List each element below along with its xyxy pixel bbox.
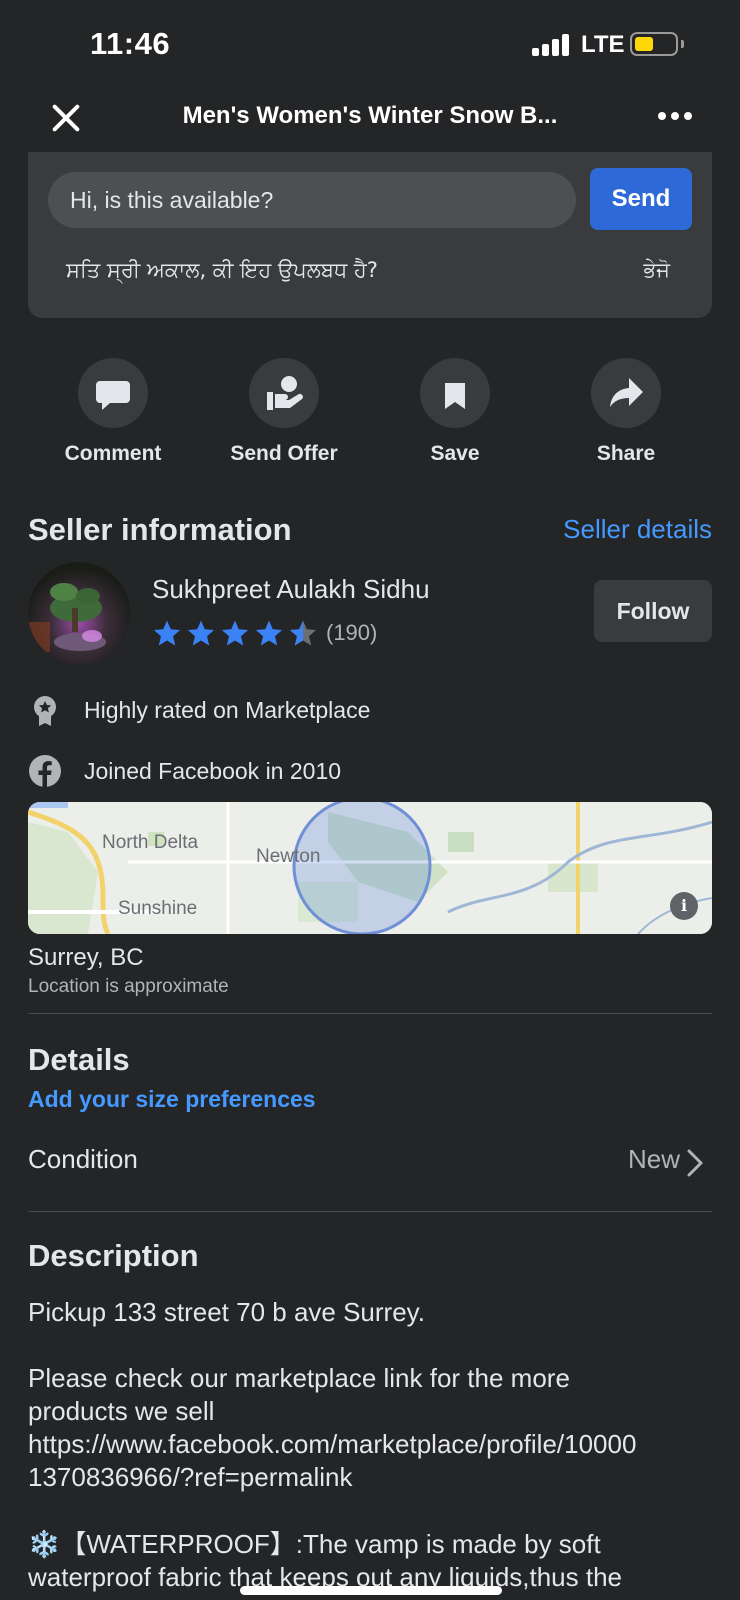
save-button[interactable]: Save — [375, 358, 535, 466]
divider — [28, 1211, 712, 1212]
seller-name[interactable]: Sukhpreet Aulakh Sidhu — [152, 574, 430, 605]
highly-rated-text: Highly rated on Marketplace — [84, 696, 371, 723]
action-bar: Comment Send Offer Save Share — [0, 358, 740, 465]
chevron-right-icon[interactable] — [684, 1148, 706, 1178]
signal-icon — [532, 32, 572, 56]
send-offer-label: Send Offer — [230, 442, 338, 465]
map-label-sunshine: Sunshine — [118, 898, 198, 919]
seller-section-title: Seller information — [28, 512, 292, 547]
location-city: Surrey, BC — [28, 944, 144, 971]
star-icon — [153, 620, 181, 646]
divider — [28, 1013, 712, 1014]
status-bar: 11:46 LTE — [0, 0, 740, 90]
translated-message[interactable]: ਸਤਿ ਸ੍ਰੀ ਅਕਾਲ, ਕੀ ਇਹ ਉਪਲਬਧ ਹੈ? — [66, 258, 378, 283]
star-icon — [221, 620, 249, 646]
map-label-newton: Newton — [256, 846, 321, 867]
network-label: LTE — [581, 31, 625, 58]
marketplace-profile-link[interactable]: https://www.facebook.com/marketplace/pro… — [28, 1428, 648, 1494]
description-section-title: Description — [28, 1238, 199, 1273]
comment-icon — [96, 381, 130, 410]
page-title: Men's Women's Winter Snow B... — [182, 102, 558, 129]
message-input[interactable] — [48, 172, 576, 228]
facebook-icon — [29, 755, 61, 787]
rating-count: (190) — [326, 620, 378, 645]
seller-details-link[interactable]: Seller details — [563, 514, 712, 545]
save-label: Save — [430, 442, 480, 465]
send-offer-icon — [267, 376, 303, 410]
battery-icon — [630, 32, 678, 56]
location-map[interactable]: North Delta Newton Sunshine i — [28, 802, 712, 934]
half-star-icon — [289, 620, 317, 646]
condition-value[interactable]: New — [628, 1144, 680, 1175]
share-button[interactable]: Share — [546, 358, 706, 466]
joined-facebook-text: Joined Facebook in 2010 — [84, 757, 342, 784]
award-icon — [34, 696, 56, 726]
send-button[interactable]: Send — [590, 168, 692, 230]
more-options-icon[interactable] — [658, 112, 692, 122]
map-label-north-delta: North Delta — [102, 832, 199, 853]
size-preferences-link[interactable]: Add your size preferences — [28, 1086, 316, 1113]
share-icon — [610, 378, 643, 407]
description-line-pickup: Pickup 133 street 70 b ave Surrey. — [28, 1297, 425, 1327]
send-offer-button[interactable]: Send Offer — [204, 358, 364, 466]
highly-rated-row: Highly rated on Marketplace — [28, 692, 370, 728]
close-icon[interactable] — [48, 100, 84, 136]
translated-send-button[interactable]: ਭੇਜੋ — [643, 258, 670, 283]
description-line-marketplace: Please check our marketplace link for th… — [28, 1363, 570, 1426]
map-info-icon[interactable]: i — [670, 892, 698, 920]
star-icon — [255, 620, 283, 646]
seller-rating: (190) — [152, 618, 377, 648]
joined-facebook-row: Joined Facebook in 2010 — [28, 753, 341, 789]
follow-button[interactable]: Follow — [594, 580, 712, 642]
details-section-title: Details — [28, 1042, 130, 1077]
bookmark-icon — [445, 379, 465, 409]
status-time: 11:46 — [90, 26, 171, 61]
location-note: Location is approximate — [28, 976, 229, 997]
star-icon — [187, 620, 215, 646]
battery-cap — [681, 40, 684, 48]
message-card: Send ਸਤਿ ਸ੍ਰੀ ਅਕਾਲ, ਕੀ ਇਹ ਉਪਲਬਧ ਹੈ? ਭੇਜੋ — [28, 152, 712, 318]
condition-label: Condition — [28, 1144, 138, 1174]
nav-bar: Men's Women's Winter Snow B... — [0, 90, 740, 152]
comment-button[interactable]: Comment — [33, 358, 193, 466]
seller-avatar[interactable] — [28, 562, 130, 664]
home-indicator — [240, 1586, 502, 1595]
comment-label: Comment — [64, 442, 162, 465]
share-label: Share — [596, 442, 656, 465]
